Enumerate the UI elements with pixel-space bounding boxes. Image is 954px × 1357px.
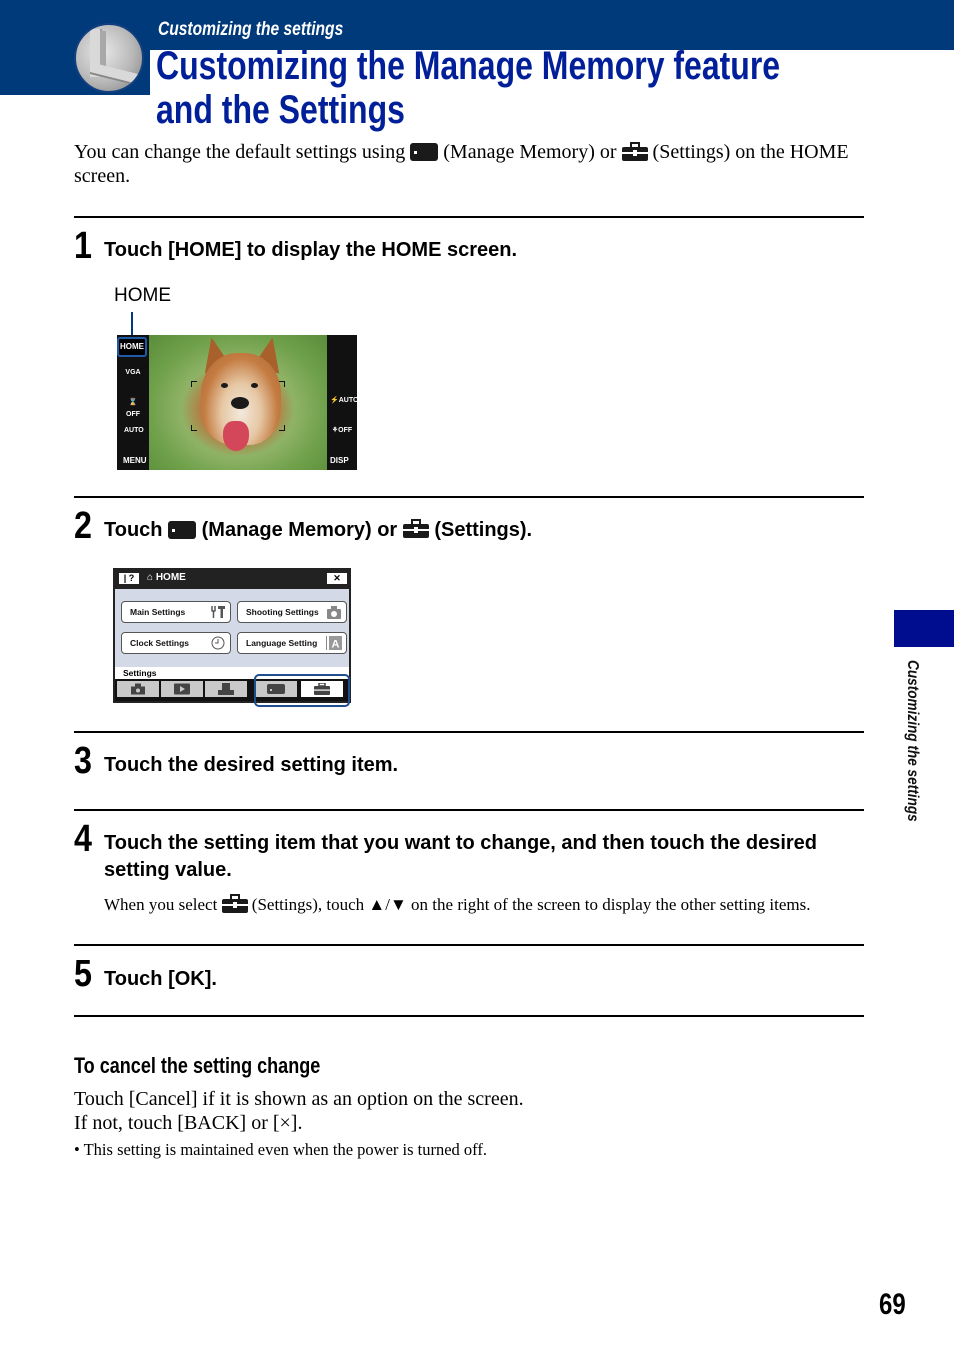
divider: [74, 731, 864, 733]
tools-icon: [211, 606, 225, 618]
page-title-line-2: and the Settings: [156, 88, 405, 132]
button-label: Clock Settings: [130, 638, 190, 648]
button-label: Shooting Settings: [246, 607, 319, 617]
playback-icon: [174, 683, 190, 695]
manage-memory-icon: [410, 143, 439, 161]
chapter-side-tab: [894, 610, 954, 647]
chapter-side-label: Customizing the settings: [904, 660, 921, 822]
page-title: Customizing the Manage Memory feature an…: [156, 44, 780, 132]
home-button[interactable]: HOME: [117, 337, 147, 357]
tab-print[interactable]: [205, 681, 247, 697]
cancel-line-2: If not, touch [BACK] or [×].: [74, 1112, 303, 1134]
cancel-line-1: Touch [Cancel] if it is shown as an opti…: [74, 1088, 524, 1110]
bullet-note: • This setting is maintained even when t…: [74, 1140, 487, 1159]
shooting-settings-button[interactable]: Shooting Settings: [237, 601, 347, 623]
language-setting-button[interactable]: Language Setting A: [237, 632, 347, 654]
svg-text:A: A: [332, 639, 340, 651]
help-button[interactable]: | ?: [119, 573, 139, 584]
divider: [74, 216, 864, 218]
settings-panel: Main Settings Shooting Settings Clock Se…: [115, 589, 349, 667]
manage-memory-icon: [168, 521, 197, 539]
page-title-line-1: Customizing the Manage Memory feature: [156, 44, 781, 88]
dog-photo: [149, 334, 327, 470]
home-topbar: | ? ⌂ HOME ✕: [113, 568, 351, 589]
step-text: Touch [OK].: [104, 968, 217, 990]
macro-off-icon[interactable]: ⚘OFF: [330, 425, 354, 437]
divider: [74, 809, 864, 811]
home-callout-label: HOME: [114, 285, 171, 306]
camera-icon: [327, 606, 341, 619]
clock-icon: [211, 636, 225, 650]
camera-screen-shooting: VGA ⌛OFF AUTO MENU ⚡AUTO ⚘OFF DISP: [117, 334, 358, 470]
divider: [74, 944, 864, 946]
intro-paragraph: You can change the default settings usin…: [74, 140, 854, 188]
highlight-outline: [254, 674, 350, 707]
step-text: Touch (Manage Memory) or (Settings).: [104, 517, 532, 544]
scene-auto-icon[interactable]: AUTO: [124, 425, 144, 437]
step-text-part: Touch: [104, 519, 169, 541]
note-text: (Settings), touch ▲/▼ on the right of th…: [247, 895, 811, 914]
divider: [74, 1015, 864, 1017]
step-text: Touch the desired setting item.: [104, 754, 399, 776]
language-icon: A: [326, 636, 342, 650]
settings-toolbox-icon: [221, 894, 248, 913]
callout-line: [131, 312, 133, 336]
print-icon: [218, 683, 234, 695]
step-number: 2: [74, 505, 92, 547]
tab-shooting[interactable]: [117, 681, 159, 697]
chapter-logo-icon: [74, 23, 144, 93]
settings-toolbox-icon: [621, 142, 648, 161]
step-number: 1: [74, 225, 92, 267]
main-settings-button[interactable]: Main Settings: [121, 601, 231, 623]
header-band: [0, 0, 954, 50]
button-label: Main Settings: [130, 607, 186, 617]
divider: [74, 496, 864, 498]
tab-playback[interactable]: [161, 681, 203, 697]
menu-button[interactable]: MENU: [123, 456, 147, 465]
cancel-instructions: Touch [Cancel] if it is shown as an opti…: [74, 1087, 524, 1135]
clock-settings-button[interactable]: Clock Settings: [121, 632, 231, 654]
step-text-part: (Settings).: [428, 519, 533, 541]
intro-text: (Manage Memory) or: [438, 141, 622, 163]
camera-icon: [131, 683, 145, 695]
step-number: 5: [74, 953, 92, 995]
settings-toolbox-icon: [402, 519, 429, 538]
step-note: When you select (Settings), touch ▲/▼ on…: [104, 894, 884, 916]
close-button[interactable]: ✕: [327, 573, 347, 584]
step-text: Touch [HOME] to display the HOME screen.: [104, 239, 518, 261]
section-label: Customizing the settings: [158, 19, 344, 40]
step-number: 3: [74, 740, 92, 782]
note-text: When you select: [104, 895, 222, 914]
step-text: Touch the setting item that you want to …: [104, 832, 817, 881]
intro-text: You can change the default settings usin…: [74, 141, 411, 163]
page-number: 69: [879, 1288, 906, 1321]
step-text-part: (Manage Memory) or: [196, 519, 403, 541]
disp-button[interactable]: DISP: [330, 456, 349, 465]
cancel-heading: To cancel the setting change: [74, 1053, 321, 1078]
image-size-icon[interactable]: VGA: [124, 367, 142, 379]
home-title: ⌂ HOME: [147, 572, 186, 583]
button-label: Language Setting: [246, 638, 318, 648]
self-timer-icon[interactable]: ⌛OFF: [124, 397, 142, 418]
flash-auto-icon[interactable]: ⚡AUTO: [330, 395, 358, 407]
step-number: 4: [74, 818, 92, 860]
